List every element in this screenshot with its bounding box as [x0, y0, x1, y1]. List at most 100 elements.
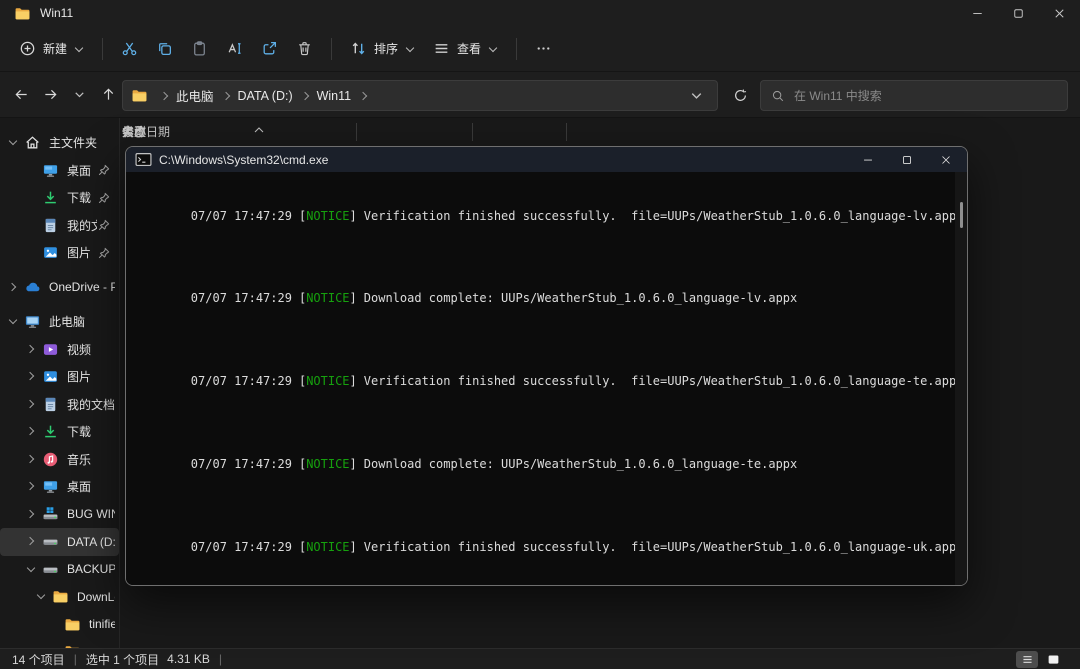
forward-button[interactable] — [37, 81, 64, 108]
tree-chevron-icon[interactable] — [8, 282, 19, 293]
folder-icon — [131, 87, 148, 104]
sidebar-item[interactable]: OneDrive - Per — [0, 274, 119, 302]
back-button[interactable] — [8, 81, 35, 108]
cmd-maximize-button[interactable] — [887, 147, 926, 172]
pin-icon — [97, 163, 111, 177]
log-timestamp: 07/07 17:47:29 — [191, 374, 292, 388]
tree-chevron-icon[interactable] — [26, 220, 37, 231]
column-header[interactable]: 大小 — [122, 118, 146, 146]
sidebar-item[interactable]: 主文件夹 — [0, 129, 119, 157]
tree-chevron-icon[interactable] — [48, 619, 59, 630]
log-message: Verification finished successfully. file… — [364, 209, 964, 223]
chevron-down-icon — [405, 44, 415, 54]
sidebar-item[interactable]: BUG WIN (C:) — [0, 501, 119, 529]
arrow-up-icon — [101, 87, 116, 102]
sidebar-item[interactable]: 图片 — [0, 363, 119, 391]
delete-button[interactable] — [287, 33, 322, 65]
explorer-titlebar[interactable]: Win11 — [0, 0, 1080, 26]
copy-button[interactable] — [147, 33, 182, 65]
address-dropdown-button[interactable] — [688, 87, 705, 104]
close-icon — [939, 153, 953, 167]
console-scrollbar-thumb[interactable] — [960, 202, 963, 228]
log-bracket: ] — [350, 540, 357, 554]
log-bracket: ] — [350, 291, 357, 305]
rename-button[interactable] — [217, 33, 252, 65]
sidebar-item[interactable]: 下载 — [0, 418, 119, 446]
chevron-right-icon — [359, 91, 367, 99]
tree-chevron-icon[interactable] — [26, 564, 37, 575]
tree-chevron-icon[interactable] — [26, 509, 37, 520]
tree-chevron-icon[interactable] — [26, 481, 37, 492]
sort-button[interactable]: 排序 — [341, 33, 424, 65]
breadcrumb-item[interactable]: 此电脑 — [176, 86, 238, 105]
recent-locations-button[interactable] — [66, 81, 93, 108]
tree-chevron-icon[interactable] — [26, 247, 37, 258]
tree-chevron-icon[interactable] — [26, 454, 37, 465]
status-separator: | — [74, 652, 77, 666]
log-bracket: ] — [350, 457, 357, 471]
tree-chevron-icon[interactable] — [26, 192, 37, 203]
cut-button[interactable] — [112, 33, 147, 65]
search-box[interactable] — [760, 80, 1068, 111]
sidebar-item-label: 视频 — [67, 341, 115, 358]
column-resize-handle[interactable] — [566, 123, 567, 141]
sidebar-item[interactable]: 图片 — [0, 239, 119, 267]
download-icon — [42, 423, 59, 440]
minimize-button[interactable] — [957, 0, 998, 26]
tree-chevron-icon[interactable] — [26, 426, 37, 437]
more-options-button[interactable] — [526, 33, 561, 65]
log-level: NOTICE — [306, 291, 349, 305]
log-bracket: ] — [350, 374, 357, 388]
sidebar-item[interactable]: DownLoad T — [0, 583, 119, 611]
console-line: 07/07 17:47:29[NOTICE]Verification finis… — [133, 341, 967, 424]
column-resize-handle[interactable] — [472, 123, 473, 141]
sidebar-item[interactable]: 我的文档 — [0, 212, 119, 240]
sidebar-item[interactable]: 视频 — [0, 336, 119, 364]
breadcrumb-item[interactable]: DATA (D:) — [238, 89, 317, 103]
tree-chevron-icon[interactable] — [26, 536, 37, 547]
thumbnail-view-button[interactable] — [1042, 651, 1064, 668]
breadcrumb-item[interactable]: Win11 — [317, 89, 376, 103]
column-resize-handle[interactable] — [356, 123, 357, 141]
tree-chevron-icon[interactable] — [26, 371, 37, 382]
up-button[interactable] — [95, 81, 122, 108]
sidebar-item[interactable]: 此电脑 — [0, 308, 119, 336]
view-button[interactable]: 查看 — [424, 33, 507, 65]
tree-chevron-icon[interactable] — [26, 399, 37, 410]
sidebar-item-label: BACKUP (E:) — [67, 562, 115, 576]
refresh-button[interactable] — [726, 81, 754, 109]
folder-icon — [14, 5, 31, 22]
sidebar-item[interactable]: 桌面 — [0, 473, 119, 501]
tree-chevron-icon[interactable] — [8, 137, 19, 148]
tree-chevron-icon[interactable] — [8, 316, 19, 327]
close-icon — [1052, 6, 1067, 21]
share-button[interactable] — [252, 33, 287, 65]
maximize-button[interactable] — [998, 0, 1039, 26]
tree-chevron-icon[interactable] — [36, 591, 47, 602]
sidebar-item[interactable]: tinified — [0, 611, 119, 639]
sidebar-item[interactable] — [0, 638, 119, 648]
new-button[interactable]: 新建 — [10, 33, 93, 65]
tree-chevron-icon[interactable] — [26, 165, 37, 176]
details-view-button[interactable] — [1016, 651, 1038, 668]
thumbnail-view-icon — [1047, 653, 1060, 666]
sidebar-item[interactable]: DATA (D:) — [0, 528, 119, 556]
cmd-titlebar[interactable]: C:\Windows\System32\cmd.exe — [126, 147, 967, 172]
search-input[interactable] — [794, 89, 1057, 103]
paste-button[interactable] — [182, 33, 217, 65]
sidebar-item[interactable]: 桌面 — [0, 157, 119, 185]
items-count: 14 个项目 — [12, 651, 65, 668]
sidebar-item[interactable]: 音乐 — [0, 446, 119, 474]
sidebar-item[interactable]: 我的文档 — [0, 391, 119, 419]
log-message: Download complete: UUPs/WeatherStub_1.0.… — [364, 457, 797, 471]
new-button-label: 新建 — [43, 40, 67, 57]
close-button[interactable] — [1039, 0, 1080, 26]
cmd-close-button[interactable] — [926, 147, 965, 172]
sidebar-item[interactable]: BACKUP (E:) — [0, 556, 119, 584]
address-bar[interactable]: 此电脑 DATA (D:) Win11 — [122, 80, 718, 111]
sidebar-item[interactable]: 下载 — [0, 184, 119, 212]
sidebar-item-label: 下载 — [67, 423, 115, 440]
cmd-minimize-button[interactable] — [848, 147, 887, 172]
console-scrollbar-track[interactable] — [955, 172, 967, 585]
tree-chevron-icon[interactable] — [26, 344, 37, 355]
